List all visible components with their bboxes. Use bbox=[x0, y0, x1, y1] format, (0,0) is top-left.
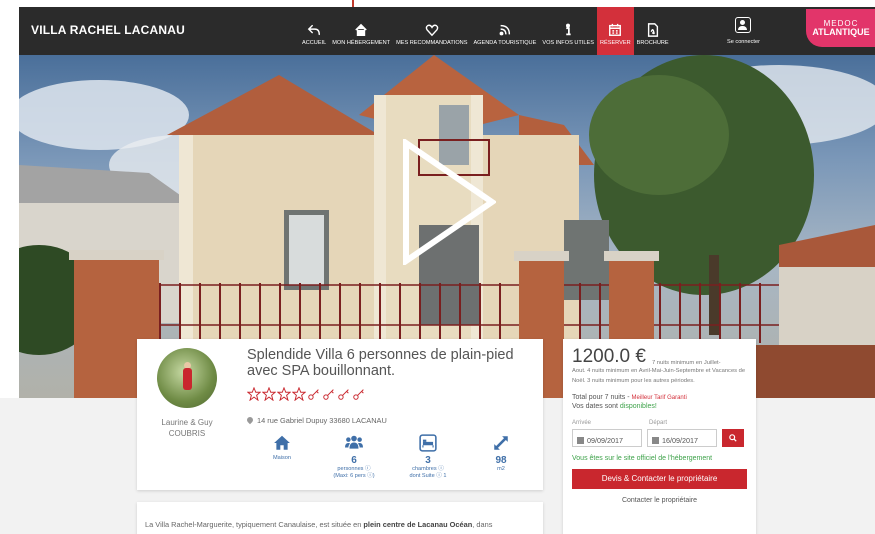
avatar-body bbox=[183, 368, 192, 390]
feature-rooms-line2[interactable]: dont Suite ⓘ 1 bbox=[393, 473, 463, 480]
owner-name-line2: COUBRIS bbox=[168, 429, 206, 438]
key-icon bbox=[338, 389, 349, 400]
calendar-icon bbox=[652, 436, 659, 444]
brand-logo[interactable]: VILLA RACHEL LACANAU bbox=[31, 23, 185, 37]
nav-mon-hebergement[interactable]: MON HÉBERGEMENT bbox=[329, 7, 393, 55]
main-nav: ACCUEIL MON HÉBERGEMENT MES RECOMMANDATI… bbox=[299, 7, 672, 55]
feature-type: Maison bbox=[247, 434, 317, 462]
feature-surface-value: 98 bbox=[495, 455, 507, 466]
owner-avatar bbox=[157, 348, 217, 408]
total-label: Total pour 7 nuits - bbox=[572, 394, 632, 401]
rss-icon bbox=[499, 24, 510, 36]
key-icon bbox=[308, 389, 319, 400]
feature-rooms-line1[interactable]: chambres ⓘ bbox=[393, 466, 463, 473]
feature-surface-unit: m2 bbox=[497, 466, 505, 472]
owner-name-line1: Laurine & Guy bbox=[161, 418, 213, 427]
description-text: La Villa Rachel-Marguerite, typiquement … bbox=[145, 520, 364, 529]
map-pin-icon bbox=[245, 415, 255, 425]
pdf-icon bbox=[647, 23, 658, 37]
departure-label: Départ bbox=[649, 420, 668, 426]
house-icon bbox=[274, 435, 290, 450]
date-labels: Arrivée Départ bbox=[572, 420, 747, 426]
bed-icon bbox=[419, 434, 437, 452]
play-icon[interactable] bbox=[402, 139, 496, 265]
home-icon bbox=[355, 23, 367, 36]
nav-label: MON HÉBERGEMENT bbox=[332, 40, 391, 46]
nav-reserver[interactable]: RÉSERVER bbox=[596, 7, 634, 55]
search-icon bbox=[729, 434, 737, 442]
arrival-date-value: 09/09/2017 bbox=[587, 435, 623, 445]
listing-address[interactable]: 14 rue Gabriel Dupuy 33680 LACANAU bbox=[245, 415, 387, 425]
booking-card: 1200.0 € 7 nuits minimum en Juillet- Aou… bbox=[563, 339, 756, 534]
feature-rooms: 3 chambres ⓘ dont Suite ⓘ 1 bbox=[393, 434, 463, 480]
arrival-date-input[interactable]: 09/09/2017 bbox=[572, 429, 642, 447]
nav-label: AGENDA TOURISTIQUE bbox=[473, 40, 537, 46]
info-icon bbox=[566, 23, 571, 36]
description-bold: plein centre de Lacanau Océan bbox=[363, 520, 473, 529]
partner-logo-line2: ATLANTIQUE bbox=[812, 27, 870, 37]
feature-surface: 98 m2 bbox=[466, 434, 536, 473]
price-note: 7 nuits minimum en Juillet- bbox=[651, 360, 721, 366]
availability-value: disponibles! bbox=[619, 403, 657, 410]
nav-label: RÉSERVER bbox=[599, 40, 631, 46]
address-text: 14 rue Gabriel Dupuy 33680 LACANAU bbox=[257, 416, 387, 425]
listing-features: Maison 6 personnes ⓘ (Maxi: 6 pers ⓘ) 3 … bbox=[247, 434, 537, 484]
description-text-end: , dans bbox=[472, 520, 493, 529]
search-availability-button[interactable] bbox=[722, 429, 744, 447]
listing-card: Laurine & Guy COUBRIS Splendide Villa 6 … bbox=[137, 339, 543, 490]
calendar-icon bbox=[577, 436, 584, 444]
listing-title: Splendide Villa 6 personnes de plain-pie… bbox=[247, 347, 514, 379]
contact-owner-link[interactable]: Contacter le propriétaire bbox=[572, 497, 747, 504]
nav-accueil[interactable]: ACCUEIL bbox=[299, 7, 329, 55]
arrival-label: Arrivée bbox=[572, 420, 592, 426]
nav-mes-recommandations[interactable]: MES RECOMMANDATIONS bbox=[393, 7, 470, 55]
departure-date-value: 16/09/2017 bbox=[662, 435, 698, 445]
quote-contact-button[interactable]: Devis & Contacter le propriétaire bbox=[572, 469, 747, 489]
date-row: 09/09/2017 16/09/2017 bbox=[572, 429, 747, 447]
owner-name: Laurine & Guy COUBRIS bbox=[137, 417, 237, 439]
login-button[interactable]: Se connecter bbox=[727, 17, 760, 45]
best-rate-tag: Meilleur Tarif Garanti bbox=[631, 395, 687, 401]
departure-date-input[interactable]: 16/09/2017 bbox=[647, 429, 717, 447]
top-strip bbox=[0, 0, 875, 7]
people-icon bbox=[345, 435, 363, 449]
feature-persons-value: 6 bbox=[351, 455, 357, 466]
nav-label: BROCHURE bbox=[636, 40, 669, 46]
price-note-continued: Aout. 4 nuits minimum en Avril-Mai-Juin-… bbox=[572, 368, 746, 384]
reply-arrow-icon bbox=[307, 24, 321, 36]
star-icon bbox=[277, 387, 291, 401]
availability-label: Vos dates sont bbox=[572, 403, 620, 410]
nav-agenda-touristique[interactable]: AGENDA TOURISTIQUE bbox=[470, 7, 539, 55]
nav-label: VOS INFOS UTILES bbox=[542, 40, 594, 46]
login-label: Se connecter bbox=[727, 39, 760, 45]
feature-persons-line1[interactable]: personnes ⓘ bbox=[319, 466, 389, 473]
rating bbox=[247, 387, 366, 401]
top-navigation-bar: VILLA RACHEL LACANAU ACCUEIL MON HÉBERGE… bbox=[19, 7, 875, 55]
feature-persons: 6 personnes ⓘ (Maxi: 6 pers ⓘ) bbox=[319, 434, 389, 480]
feature-rooms-value: 3 bbox=[425, 455, 431, 466]
price-row: 1200.0 € 7 nuits minimum en Juillet- bbox=[572, 347, 747, 368]
nav-vos-infos-utiles[interactable]: VOS INFOS UTILES bbox=[539, 7, 597, 55]
availability-line: Vos dates sont disponibles! bbox=[572, 403, 747, 410]
medoc-atlantique-logo[interactable]: MEDOC ATLANTIQUE bbox=[806, 9, 875, 47]
expand-icon bbox=[494, 436, 508, 450]
description-card: La Villa Rachel-Marguerite, typiquement … bbox=[137, 502, 543, 534]
page: VILLA RACHEL LACANAU ACCUEIL MON HÉBERGE… bbox=[0, 0, 875, 534]
price: 1200.0 € bbox=[572, 346, 646, 367]
official-site-notice: Vous êtes sur le site officiel de l'hébe… bbox=[572, 455, 713, 462]
star-icon bbox=[292, 387, 306, 401]
total-line: Total pour 7 nuits - Meilleur Tarif Gara… bbox=[572, 394, 747, 401]
user-icon bbox=[735, 17, 752, 33]
star-icon bbox=[247, 387, 261, 401]
calendar-icon bbox=[609, 23, 622, 36]
nav-label: ACCUEIL bbox=[302, 40, 327, 46]
feature-type-label: Maison bbox=[272, 455, 292, 461]
heart-icon bbox=[425, 24, 439, 37]
key-icon bbox=[323, 389, 334, 400]
star-icon bbox=[262, 387, 276, 401]
nav-label: MES RECOMMANDATIONS bbox=[396, 40, 468, 46]
feature-persons-line2[interactable]: (Maxi: 6 pers ⓘ) bbox=[319, 473, 389, 480]
key-icon bbox=[353, 389, 364, 400]
nav-brochure[interactable]: BROCHURE bbox=[634, 7, 672, 55]
